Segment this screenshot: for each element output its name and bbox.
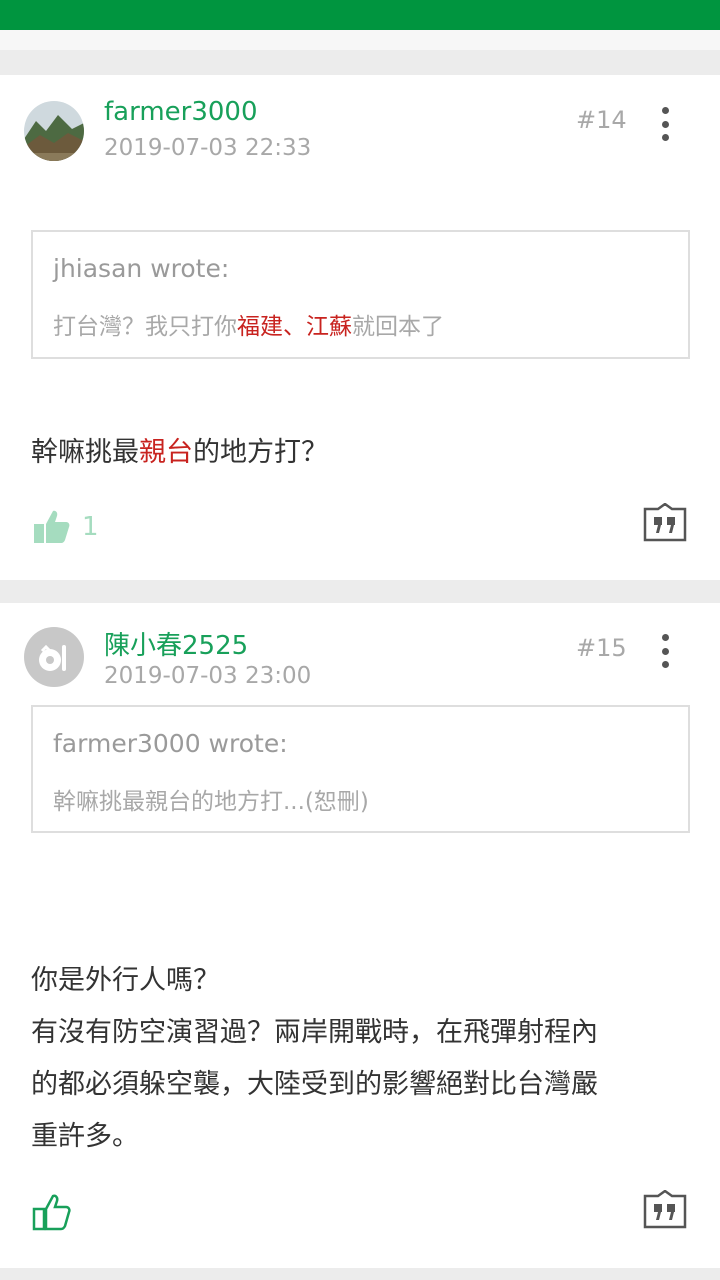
post-timestamp: 2019-07-03 22:33 <box>104 135 312 161</box>
content-highlight: 親台 <box>139 437 193 468</box>
like-button[interactable] <box>32 507 72 551</box>
avatar[interactable] <box>24 101 84 161</box>
post-content: 幹嘛挑最親台的地方打？ <box>31 427 701 479</box>
quote-block: jhiasan wrote: 打台灣？我只打你福建、江蘇就回本了 <box>31 230 690 359</box>
quote-text: 幹嘛挑最親台的地方打...(恕刪) <box>53 789 369 815</box>
post-card: farmer3000 2019-07-03 22:33 #14 jhiasan … <box>0 75 720 580</box>
post-card: 陳小春2525 2019-07-03 23:00 #15 farmer3000 … <box>0 603 720 1268</box>
content-part: 幹嘛挑最 <box>31 437 139 468</box>
content-line: 你是外行人嗎？ <box>31 965 220 996</box>
quote-text: 打台灣？我只打你福建、江蘇就回本了 <box>53 307 444 341</box>
content-line: 重許多。 <box>31 1121 139 1152</box>
post-content: 你是外行人嗎？ 有沒有防空演習過？兩岸開戰時，在飛彈射程內 的都必須躲空襲，大陸… <box>31 955 701 1163</box>
content-line: 有沒有防空演習過？兩岸開戰時，在飛彈射程內 <box>31 1017 598 1048</box>
app-header-bar <box>0 0 720 30</box>
thumbs-up-icon <box>34 510 70 543</box>
author-name[interactable]: farmer3000 <box>104 97 258 127</box>
avatar[interactable] <box>24 627 84 687</box>
mountain-avatar-photo <box>24 101 84 161</box>
header-shadow-strip <box>0 30 720 50</box>
reply-button[interactable] <box>642 1189 688 1234</box>
quote-text-part: 打台灣？我只打你 <box>53 314 237 340</box>
thumbs-up-outline-icon <box>32 1194 71 1231</box>
reply-button[interactable] <box>642 502 688 547</box>
content-line: 的都必須躲空襲，大陸受到的影響絕對比台灣嚴 <box>31 1069 598 1100</box>
quote-author: farmer3000 wrote: <box>53 729 288 758</box>
quote-text-part: 就回本了 <box>352 314 444 340</box>
default-avatar <box>39 644 66 671</box>
floor-number: #14 <box>576 106 627 134</box>
floor-number: #15 <box>576 634 627 662</box>
more-vertical-icon[interactable] <box>652 107 678 141</box>
quote-author: jhiasan wrote: <box>53 254 230 283</box>
quote-text-highlight: 福建、江蘇 <box>237 314 352 340</box>
more-vertical-icon[interactable] <box>652 634 678 668</box>
quote-block: farmer3000 wrote: 幹嘛挑最親台的地方打...(恕刪) <box>31 705 690 833</box>
like-count: 1 <box>82 512 99 542</box>
reply-quote-icon <box>643 502 687 542</box>
author-name[interactable]: 陳小春2525 <box>104 625 248 662</box>
reply-quote-icon <box>643 1189 687 1229</box>
content-part: 的地方打？ <box>193 437 328 468</box>
like-button[interactable] <box>32 1192 72 1236</box>
post-timestamp: 2019-07-03 23:00 <box>104 663 312 689</box>
